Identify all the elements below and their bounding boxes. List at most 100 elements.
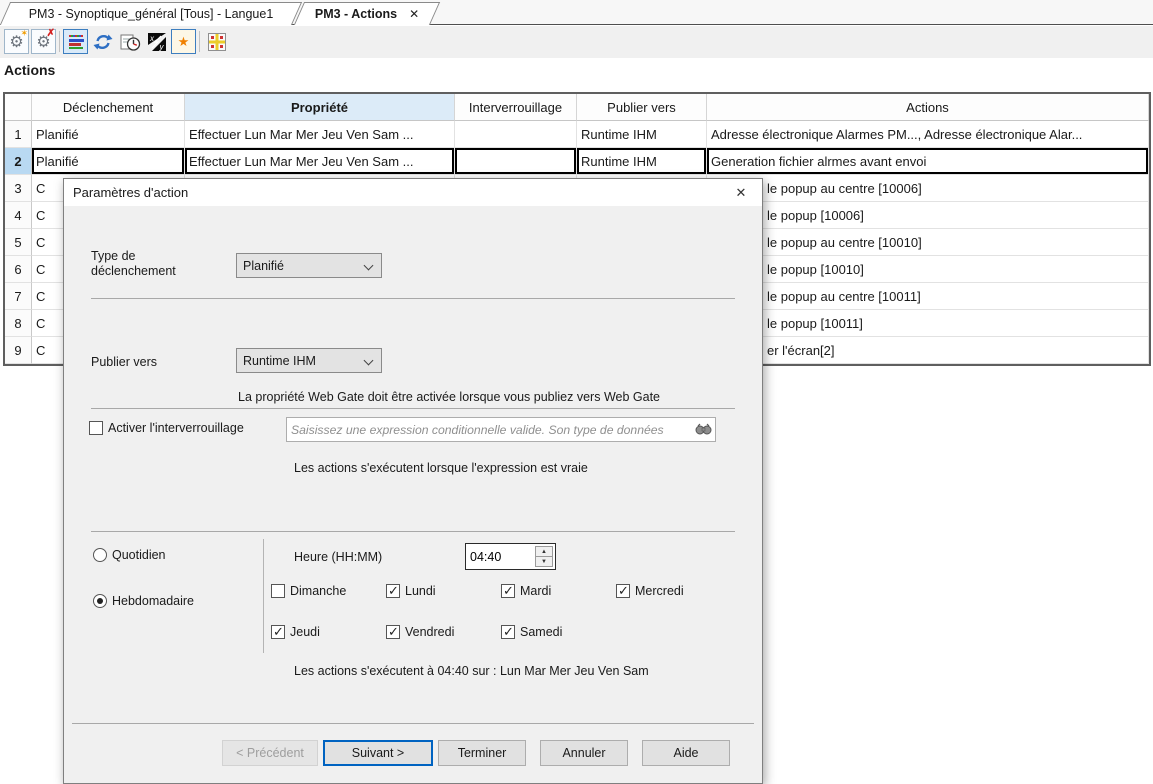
cell-propriete[interactable]: Effectuer Lun Mar Mer Jeu Ven Sam ... xyxy=(185,148,455,175)
col-header-interverrouillage[interactable]: Interverrouillage xyxy=(455,94,577,121)
cell-publier-vers[interactable]: Runtime IHM xyxy=(577,121,707,148)
finish-button[interactable]: Terminer xyxy=(438,740,526,766)
day-label: Vendredi xyxy=(405,625,454,639)
row-number[interactable]: 5 xyxy=(5,229,32,256)
cell-actions[interactable]: le popup [10006] xyxy=(707,202,1149,229)
day-checkbox-jeudi[interactable] xyxy=(271,625,285,639)
interlock-expression-input[interactable] xyxy=(287,418,691,441)
publish-to-label: Publier vers xyxy=(91,355,157,369)
cell-actions[interactable]: le popup [10010] xyxy=(707,256,1149,283)
day-row: Dimanche xyxy=(271,584,346,598)
day-label: Mardi xyxy=(520,584,551,598)
cell-actions[interactable]: er l'écran[2] xyxy=(707,337,1149,364)
cell-actions[interactable]: le popup au centre [10006] xyxy=(707,175,1149,202)
time-spinner: ▲ ▼ xyxy=(535,546,553,567)
day-label: Lundi xyxy=(405,584,436,598)
expression-browse-icon[interactable] xyxy=(695,422,712,437)
action-list-view-icon xyxy=(68,34,84,50)
cell-actions[interactable]: Adresse électronique Alarmes PM..., Adre… xyxy=(707,121,1149,148)
day-checkbox-mercredi[interactable] xyxy=(616,584,630,598)
next-button[interactable]: Suivant > xyxy=(323,740,433,766)
cell-declenchement[interactable]: Planifié xyxy=(32,121,185,148)
row-number-selected[interactable]: 2 xyxy=(5,148,32,175)
day-row: Mardi xyxy=(501,584,551,598)
col-header-declenchement[interactable]: Déclenchement xyxy=(32,94,185,121)
row-number[interactable]: 1 xyxy=(5,121,32,148)
favorite-star-icon: ★ xyxy=(178,35,190,48)
schedule-summary: Les actions s'exécutent à 04:40 sur : Lu… xyxy=(294,664,649,678)
day-checkbox-mardi[interactable] xyxy=(501,584,515,598)
time-field: ▲ ▼ xyxy=(465,543,556,570)
separator xyxy=(72,723,754,724)
trigger-type-label: Type de déclenchement xyxy=(91,249,176,279)
chevron-down-icon xyxy=(364,356,374,366)
tab-actions[interactable]: PM3 - Actions ✕ xyxy=(299,2,435,25)
cell-publier-vers[interactable]: Runtime IHM xyxy=(577,148,707,175)
previous-button[interactable]: < Précédent xyxy=(222,740,318,766)
dialog-title: Paramètres d'action xyxy=(73,185,188,200)
row-number[interactable]: 3 xyxy=(5,175,32,202)
cell-interverrouillage[interactable] xyxy=(455,121,577,148)
help-button[interactable]: Aide xyxy=(642,740,730,766)
daily-radio[interactable] xyxy=(93,548,107,562)
refresh-button[interactable] xyxy=(90,29,115,54)
cell-actions[interactable]: le popup [10011] xyxy=(707,310,1149,337)
refresh-icon xyxy=(93,32,113,52)
toolbar-separator xyxy=(59,31,60,52)
weekly-radio-label: Hebdomadaire xyxy=(112,594,194,608)
day-row: Jeudi xyxy=(271,625,320,639)
separator xyxy=(91,298,735,299)
day-row: Lundi xyxy=(386,584,436,598)
spinner-up-icon[interactable]: ▲ xyxy=(535,546,553,557)
delete-action-button[interactable]: ⚙ ✗ xyxy=(31,29,56,54)
row-number[interactable]: 7 xyxy=(5,283,32,310)
xy-script-button[interactable]: x y xyxy=(144,29,169,54)
new-grid-window-button[interactable] xyxy=(204,29,229,54)
chevron-down-icon xyxy=(364,261,374,271)
row-number[interactable]: 6 xyxy=(5,256,32,283)
day-row: Mercredi xyxy=(616,584,684,598)
separator xyxy=(91,531,735,532)
row-number[interactable]: 8 xyxy=(5,310,32,337)
day-checkbox-vendredi[interactable] xyxy=(386,625,400,639)
day-checkbox-samedi[interactable] xyxy=(501,625,515,639)
row-number[interactable]: 9 xyxy=(5,337,32,364)
xy-script-icon: x y xyxy=(147,32,167,52)
cell-propriete[interactable]: Effectuer Lun Mar Mer Jeu Ven Sam ... xyxy=(185,121,455,148)
close-tab-icon[interactable]: ✕ xyxy=(409,7,419,21)
separator xyxy=(91,408,735,409)
cell-interverrouillage[interactable] xyxy=(455,148,577,175)
col-header-propriete[interactable]: Propriété xyxy=(185,94,455,121)
schedule-button[interactable] xyxy=(117,29,142,54)
trigger-type-dropdown[interactable]: Planifié xyxy=(236,253,382,278)
daily-radio-row: Quotidien xyxy=(93,548,166,562)
interlock-note: Les actions s'exécutent lorsque l'expres… xyxy=(294,461,588,475)
new-action-button[interactable]: ⚙ ✶ xyxy=(4,29,29,54)
col-header-rownum[interactable] xyxy=(5,94,32,121)
action-list-view-button[interactable] xyxy=(63,29,88,54)
day-checkbox-dimanche[interactable] xyxy=(271,584,285,598)
row-number[interactable]: 4 xyxy=(5,202,32,229)
document-tabstrip: PM3 - Synoptique_général [Tous] - Langue… xyxy=(0,0,1153,25)
time-input[interactable] xyxy=(466,544,526,569)
cell-actions[interactable]: le popup au centre [10011] xyxy=(707,283,1149,310)
interlock-checkbox[interactable] xyxy=(89,421,103,435)
cell-actions[interactable]: le popup au centre [10010] xyxy=(707,229,1149,256)
col-header-publier-vers[interactable]: Publier vers xyxy=(577,94,707,121)
tab-label: PM3 - Actions xyxy=(315,7,397,21)
publish-to-dropdown[interactable]: Runtime IHM xyxy=(236,348,382,373)
page-title: Actions xyxy=(4,62,55,78)
vertical-separator xyxy=(263,539,264,653)
webgate-note: La propriété Web Gate doit être activée … xyxy=(238,390,660,404)
dialog-close-icon[interactable]: ✕ xyxy=(720,179,762,206)
favorite-star-button[interactable]: ★ xyxy=(171,29,196,54)
day-checkbox-lundi[interactable] xyxy=(386,584,400,598)
weekly-radio[interactable] xyxy=(93,594,107,608)
spinner-down-icon[interactable]: ▼ xyxy=(535,557,553,567)
cancel-button[interactable]: Annuler xyxy=(540,740,628,766)
tab-synoptique-general[interactable]: PM3 - Synoptique_général [Tous] - Langue… xyxy=(5,2,297,25)
col-header-actions[interactable]: Actions xyxy=(707,94,1149,121)
interlock-expression-field xyxy=(286,417,716,442)
cell-declenchement[interactable]: Planifié xyxy=(32,148,185,175)
cell-actions[interactable]: Generation fichier alrmes avant envoi xyxy=(707,148,1149,175)
